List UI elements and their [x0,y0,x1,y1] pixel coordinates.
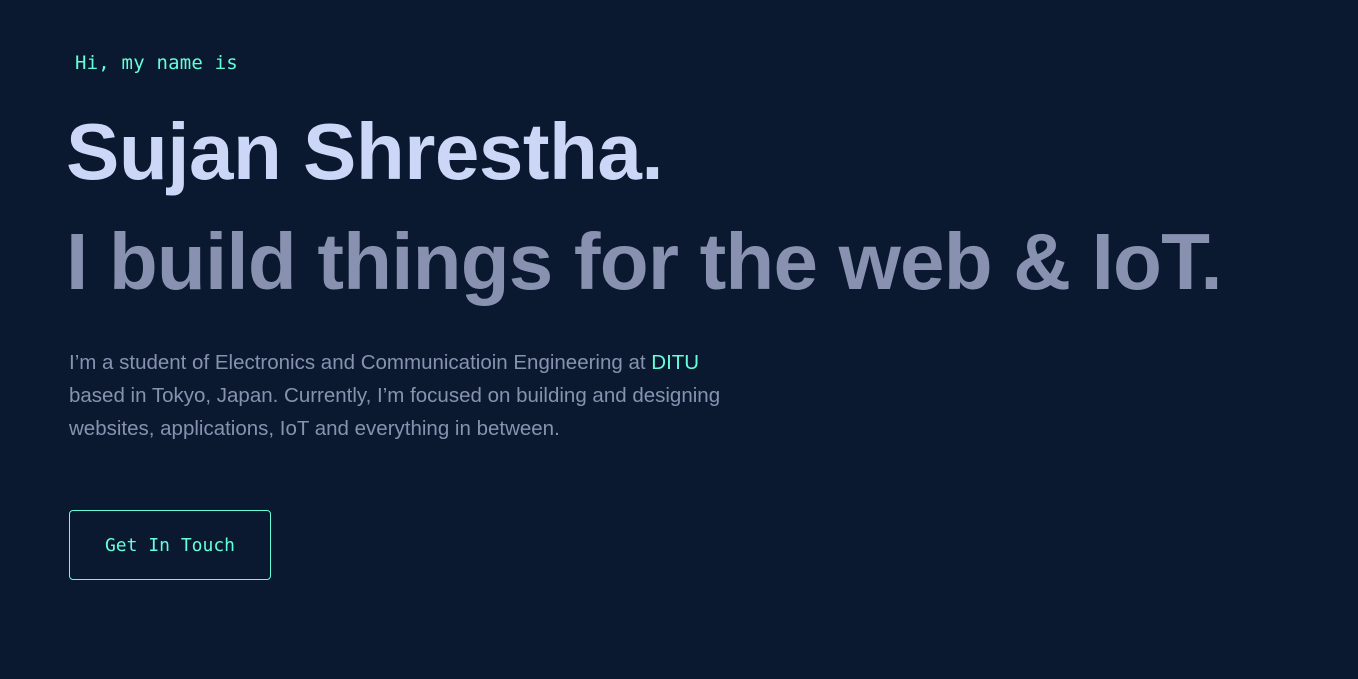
bio-text-start: I’m a student of Electronics and Communi… [69,351,652,374]
hero-section: Hi, my name is Sujan Shrestha. I build t… [0,0,1358,679]
hero-name: Sujan Shrestha. [66,107,664,196]
intro-text: Hi, my name is [75,52,238,74]
bio-highlight-ditu: DITU [651,351,700,374]
hero-tagline: I build things for the web & IoT. [66,217,1223,306]
hero-bio: I’m a student of Electronics and Communi… [69,346,759,445]
bio-text-end: based in Tokyo, Japan. Currently, I’m fo… [69,384,721,440]
get-in-touch-button[interactable]: Get In Touch [69,510,271,580]
